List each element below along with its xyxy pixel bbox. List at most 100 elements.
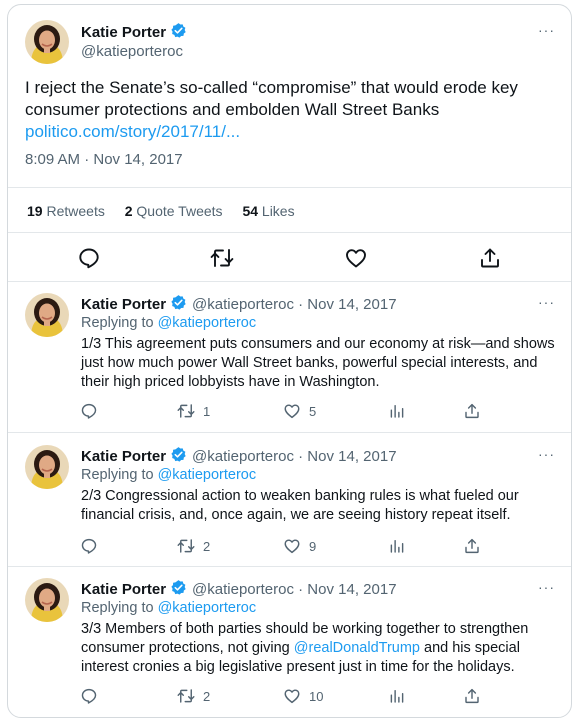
tweet-stats: 19 Retweets 2 Quote Tweets 54 Likes xyxy=(27,203,295,219)
retweet-count: 2 xyxy=(203,688,211,704)
author-name[interactable]: Katie Porter xyxy=(81,581,166,598)
retweet-count: 1 xyxy=(203,403,211,419)
retweet-count: 2 xyxy=(203,538,211,554)
verified-badge-icon xyxy=(170,446,187,463)
reply-button[interactable] xyxy=(80,686,98,706)
replying-to-handle[interactable]: @katieporteroc xyxy=(158,315,257,331)
reply-button[interactable] xyxy=(77,246,101,270)
avatar-image xyxy=(25,20,69,64)
reply-button[interactable] xyxy=(80,536,98,556)
share-icon xyxy=(463,687,481,705)
replying-to-label: Replying to xyxy=(81,467,158,483)
author-name[interactable]: Katie Porter xyxy=(81,296,166,313)
quotes-label: Quote Tweets xyxy=(136,203,223,219)
likes-count: 54 xyxy=(242,203,259,219)
reply-button[interactable] xyxy=(80,401,98,421)
replying-to-label: Replying to xyxy=(81,600,158,616)
analytics-button[interactable] xyxy=(388,401,406,421)
analytics-button[interactable] xyxy=(388,536,406,556)
like-icon xyxy=(283,687,301,705)
tweet-timestamp[interactable]: 8:09 AM · Nov 14, 2017 xyxy=(25,151,183,168)
author-handle-date[interactable]: @katieporteroc · Nov 14, 2017 xyxy=(192,581,397,598)
more-icon[interactable]: ··· xyxy=(538,579,555,595)
tweet-body: I reject the Senate’s so-called “comprom… xyxy=(25,78,518,119)
likes-stat[interactable]: 54 Likes xyxy=(242,203,294,219)
author-name[interactable]: Katie Porter xyxy=(81,24,166,41)
like-count: 10 xyxy=(309,688,324,704)
author-name-row[interactable]: Katie Porter xyxy=(81,22,187,41)
divider xyxy=(8,281,571,282)
tweet-text: I reject the Senate’s so-called “comprom… xyxy=(25,77,545,143)
retweet-button[interactable] xyxy=(210,246,234,270)
tweet-link[interactable]: politico.com/story/2017/11/... xyxy=(25,122,240,141)
reply-icon xyxy=(80,687,98,705)
avatar[interactable] xyxy=(25,293,69,337)
replying-to-handle[interactable]: @katieporteroc xyxy=(158,467,257,483)
avatar[interactable] xyxy=(25,20,69,64)
author-handle-date[interactable]: @katieporteroc · Nov 14, 2017 xyxy=(192,448,397,465)
replying-to: Replying to @katieporteroc xyxy=(81,600,256,616)
verified-badge-icon xyxy=(170,294,187,311)
divider xyxy=(8,432,571,433)
analytics-icon xyxy=(388,687,406,705)
mention-link[interactable]: @realDonaldTrump xyxy=(294,640,420,656)
reply-header: Katie Porter @katieporteroc · Nov 14, 201… xyxy=(81,446,397,465)
reply-text: 1/3 This agreement puts consumers and ou… xyxy=(81,336,555,390)
like-button[interactable]: 9 xyxy=(283,536,316,556)
replying-to: Replying to @katieporteroc xyxy=(81,467,256,483)
like-icon xyxy=(283,402,301,420)
divider xyxy=(8,566,571,567)
more-icon[interactable]: ··· xyxy=(538,294,555,310)
retweet-icon xyxy=(177,687,195,705)
retweets-count: 19 xyxy=(27,203,43,219)
retweets-label: Retweets xyxy=(46,203,105,219)
share-button[interactable] xyxy=(463,536,481,556)
share-icon xyxy=(463,402,481,420)
like-count: 5 xyxy=(309,403,317,419)
divider xyxy=(8,187,571,188)
retweet-icon xyxy=(210,246,234,270)
like-button[interactable] xyxy=(344,246,368,270)
like-button[interactable]: 5 xyxy=(283,401,316,421)
reply-text: 3/3 Members of both parties should be wo… xyxy=(81,620,561,677)
verified-badge-icon xyxy=(170,579,187,596)
reply-icon xyxy=(80,537,98,555)
retweet-button[interactable]: 2 xyxy=(177,536,210,556)
avatar[interactable] xyxy=(25,578,69,622)
quotes-count: 2 xyxy=(124,203,133,219)
more-icon[interactable]: ··· xyxy=(538,22,555,38)
reply-text: 2/3 Congressional action to weaken banki… xyxy=(81,488,519,523)
avatar-image xyxy=(25,578,69,622)
author-handle-date[interactable]: @katieporteroc · Nov 14, 2017 xyxy=(192,296,397,313)
like-icon xyxy=(344,246,368,270)
likes-label: Likes xyxy=(261,203,295,219)
author-handle[interactable]: @katieporteroc xyxy=(81,43,183,60)
retweet-button[interactable]: 1 xyxy=(177,401,210,421)
more-icon[interactable]: ··· xyxy=(538,446,555,462)
quote-tweets-stat[interactable]: 2 Quote Tweets xyxy=(125,203,223,219)
share-button[interactable] xyxy=(463,401,481,421)
verified-badge-icon xyxy=(170,22,187,39)
divider xyxy=(8,232,571,233)
reply-header: Katie Porter @katieporteroc · Nov 14, 201… xyxy=(81,294,397,313)
share-icon xyxy=(463,537,481,555)
retweet-button[interactable]: 2 xyxy=(177,686,210,706)
share-button[interactable] xyxy=(478,246,502,270)
avatar[interactable] xyxy=(25,445,69,489)
reply-icon xyxy=(77,246,101,270)
share-button[interactable] xyxy=(463,686,481,706)
retweets-stat[interactable]: 19 Retweets xyxy=(27,203,105,219)
like-button[interactable]: 10 xyxy=(283,686,323,706)
avatar-image xyxy=(25,445,69,489)
reply-header: Katie Porter @katieporteroc · Nov 14, 201… xyxy=(81,579,397,598)
share-icon xyxy=(478,246,502,270)
analytics-icon xyxy=(388,537,406,555)
analytics-button[interactable] xyxy=(388,686,406,706)
retweet-icon xyxy=(177,402,195,420)
analytics-icon xyxy=(388,402,406,420)
author-name[interactable]: Katie Porter xyxy=(81,448,166,465)
retweet-icon xyxy=(177,537,195,555)
replying-to-handle[interactable]: @katieporteroc xyxy=(158,600,257,616)
like-count: 9 xyxy=(309,538,317,554)
replying-to: Replying to @katieporteroc xyxy=(81,315,256,331)
